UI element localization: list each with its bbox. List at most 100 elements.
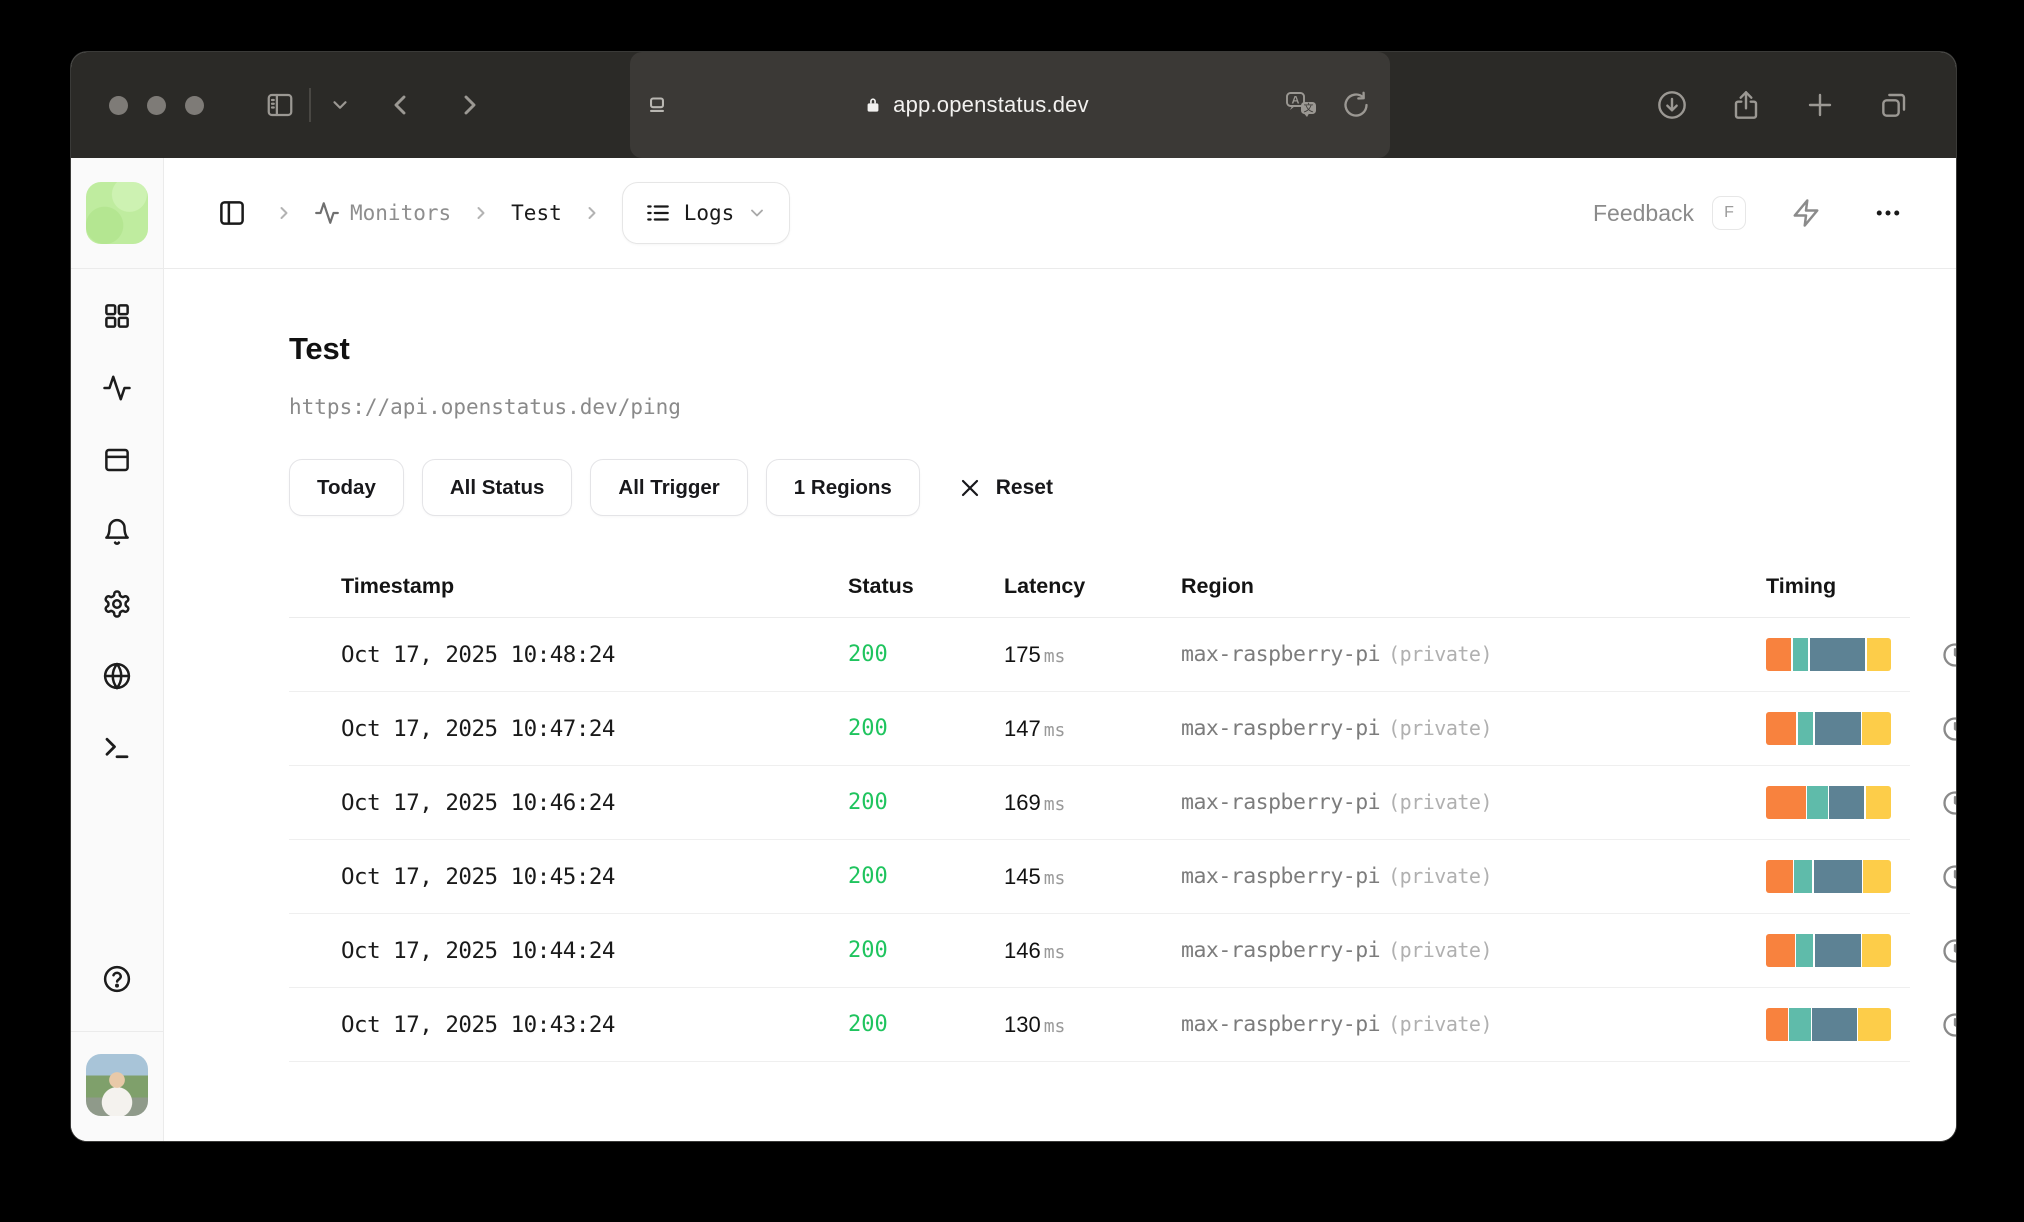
cell-timestamp: Oct 17, 2025 10:48:24 — [341, 641, 615, 668]
timing-details-button[interactable] — [1937, 1007, 1956, 1043]
workspace-logo[interactable] — [86, 182, 148, 244]
downloads-button[interactable] — [1649, 82, 1695, 128]
cell-timestamp: Oct 17, 2025 10:45:24 — [341, 863, 615, 890]
filter-chip[interactable]: All Trigger — [590, 459, 748, 516]
share-button[interactable] — [1723, 82, 1769, 128]
timing-segment — [1766, 638, 1792, 671]
filter-chip[interactable]: All Status — [421, 459, 573, 516]
sidebar-item-settings[interactable] — [93, 580, 141, 628]
breadcrumb-monitors[interactable]: Monitors — [314, 200, 451, 226]
sidebar-item-dashboard[interactable] — [93, 292, 141, 340]
grid-icon — [105, 304, 129, 328]
cell-region: max-raspberry-pi (private) — [1181, 716, 1492, 741]
timing-segment — [1797, 712, 1814, 745]
activity-icon — [103, 375, 131, 401]
sidebar-menu-chevron[interactable] — [317, 82, 363, 128]
panel-left-icon — [220, 201, 244, 225]
feedback-button[interactable]: Feedback F — [1593, 196, 1746, 230]
col-header-timing: Timing — [1766, 574, 1837, 598]
timing-bar — [1766, 934, 1891, 967]
timing-details-button[interactable] — [1937, 711, 1956, 747]
forward-button[interactable] — [447, 82, 493, 128]
cell-latency: 147 ms — [1004, 715, 1066, 741]
sidebar-item-domains[interactable] — [93, 652, 141, 700]
cell-region: max-raspberry-pi (private) — [1181, 864, 1492, 889]
close-icon — [961, 479, 978, 496]
col-header-latency: Latency — [1004, 574, 1086, 598]
cell-timestamp: Oct 17, 2025 10:44:24 — [341, 937, 615, 964]
cell-latency: 130 ms — [1004, 1011, 1066, 1037]
cell-timestamp: Oct 17, 2025 10:47:24 — [341, 715, 615, 742]
view-selector-logs[interactable]: Logs — [621, 182, 791, 244]
cell-status: 200 — [848, 864, 888, 889]
translate-button[interactable]: A文 — [1282, 85, 1322, 125]
tab-overview-button[interactable] — [1871, 82, 1917, 128]
filter-chip[interactable]: Today — [289, 459, 404, 516]
share-icon — [1734, 91, 1758, 119]
back-button[interactable] — [377, 82, 423, 128]
timing-segment — [1766, 712, 1797, 745]
address-bar[interactable]: app.openstatus.dev A文 — [630, 52, 1390, 158]
timing-bar — [1766, 860, 1891, 893]
cell-timestamp: Oct 17, 2025 10:43:24 — [341, 1011, 615, 1038]
cell-latency: 145 ms — [1004, 863, 1066, 889]
table-row[interactable]: Oct 17, 2025 10:48:24 200 175 ms max-rasp… — [289, 618, 1956, 692]
timing-segment — [1866, 638, 1891, 671]
table-row[interactable]: Oct 17, 2025 10:44:24 200 146 ms max-rasp… — [289, 914, 1956, 988]
gear-icon — [104, 590, 130, 618]
new-tab-button[interactable] — [1797, 82, 1843, 128]
app-sidebar-toggle[interactable] — [210, 191, 254, 235]
table-row[interactable]: Oct 17, 2025 10:45:24 200 145 ms max-rasp… — [289, 840, 1956, 914]
chevron-down-icon — [332, 101, 347, 109]
cell-status: 200 — [848, 716, 888, 741]
user-avatar[interactable] — [86, 1054, 148, 1116]
svg-text:A: A — [1292, 95, 1300, 107]
chevron-left-icon — [394, 95, 406, 115]
timing-segment — [1766, 786, 1806, 819]
table-row[interactable]: Oct 17, 2025 10:43:24 200 130 ms max-rasp… — [289, 988, 1956, 1062]
timing-segment — [1794, 860, 1813, 893]
col-header-status: Status — [848, 574, 914, 598]
timing-bar — [1766, 712, 1891, 745]
logs-table: Timestamp Status Latency Region Timing O… — [289, 560, 1956, 1062]
sidebar-item-status-pages[interactable] — [93, 436, 141, 484]
breadcrumb-monitor-name[interactable]: Test — [511, 201, 562, 225]
col-header-timestamp: Timestamp — [341, 574, 455, 598]
cell-region: max-raspberry-pi (private) — [1181, 790, 1492, 815]
quick-actions-button[interactable] — [1784, 191, 1828, 235]
sidebar-item-notifications[interactable] — [93, 508, 141, 556]
zoom-window-button[interactable] — [185, 95, 204, 115]
browser-sidebar-button[interactable] — [257, 82, 303, 128]
filter-chip[interactable]: 1 Regions — [765, 459, 920, 516]
breadcrumb-chevron-icon — [582, 203, 602, 223]
sidebar-item-help[interactable] — [93, 955, 141, 1003]
timing-details-button[interactable] — [1937, 785, 1956, 821]
chevron-right-icon — [464, 95, 476, 115]
toolbar-separator — [309, 88, 311, 122]
timing-segment — [1792, 638, 1809, 671]
timing-segment — [1862, 934, 1891, 967]
timing-segment — [1862, 712, 1891, 745]
sidebar-divider — [71, 1030, 163, 1032]
timing-bar — [1766, 786, 1891, 819]
breadcrumb-chevron-icon — [274, 203, 294, 223]
reset-filters-button[interactable]: Reset — [958, 476, 1053, 500]
logs-table-header: Timestamp Status Latency Region Timing — [289, 560, 1910, 618]
minimize-window-button[interactable] — [147, 95, 166, 115]
table-row[interactable]: Oct 17, 2025 10:47:24 200 147 ms max-rasp… — [289, 692, 1956, 766]
browser-chrome: app.openstatus.dev A文 — [71, 52, 1956, 158]
download-icon — [1658, 91, 1686, 119]
feedback-shortcut-badge: F — [1712, 196, 1746, 230]
sidebar-item-monitors[interactable] — [93, 364, 141, 412]
timing-segment — [1809, 638, 1866, 671]
timing-details-button[interactable] — [1937, 859, 1956, 895]
timing-segment — [1858, 1008, 1891, 1041]
table-row[interactable]: Oct 17, 2025 10:46:24 200 169 ms max-rasp… — [289, 766, 1956, 840]
cell-status: 200 — [848, 642, 888, 667]
timing-details-button[interactable] — [1937, 933, 1956, 969]
more-options-button[interactable] — [1866, 191, 1910, 235]
close-window-button[interactable] — [109, 95, 128, 115]
sidebar-item-cli[interactable] — [93, 724, 141, 772]
reload-button[interactable] — [1336, 85, 1376, 125]
timing-details-button[interactable] — [1937, 637, 1956, 673]
